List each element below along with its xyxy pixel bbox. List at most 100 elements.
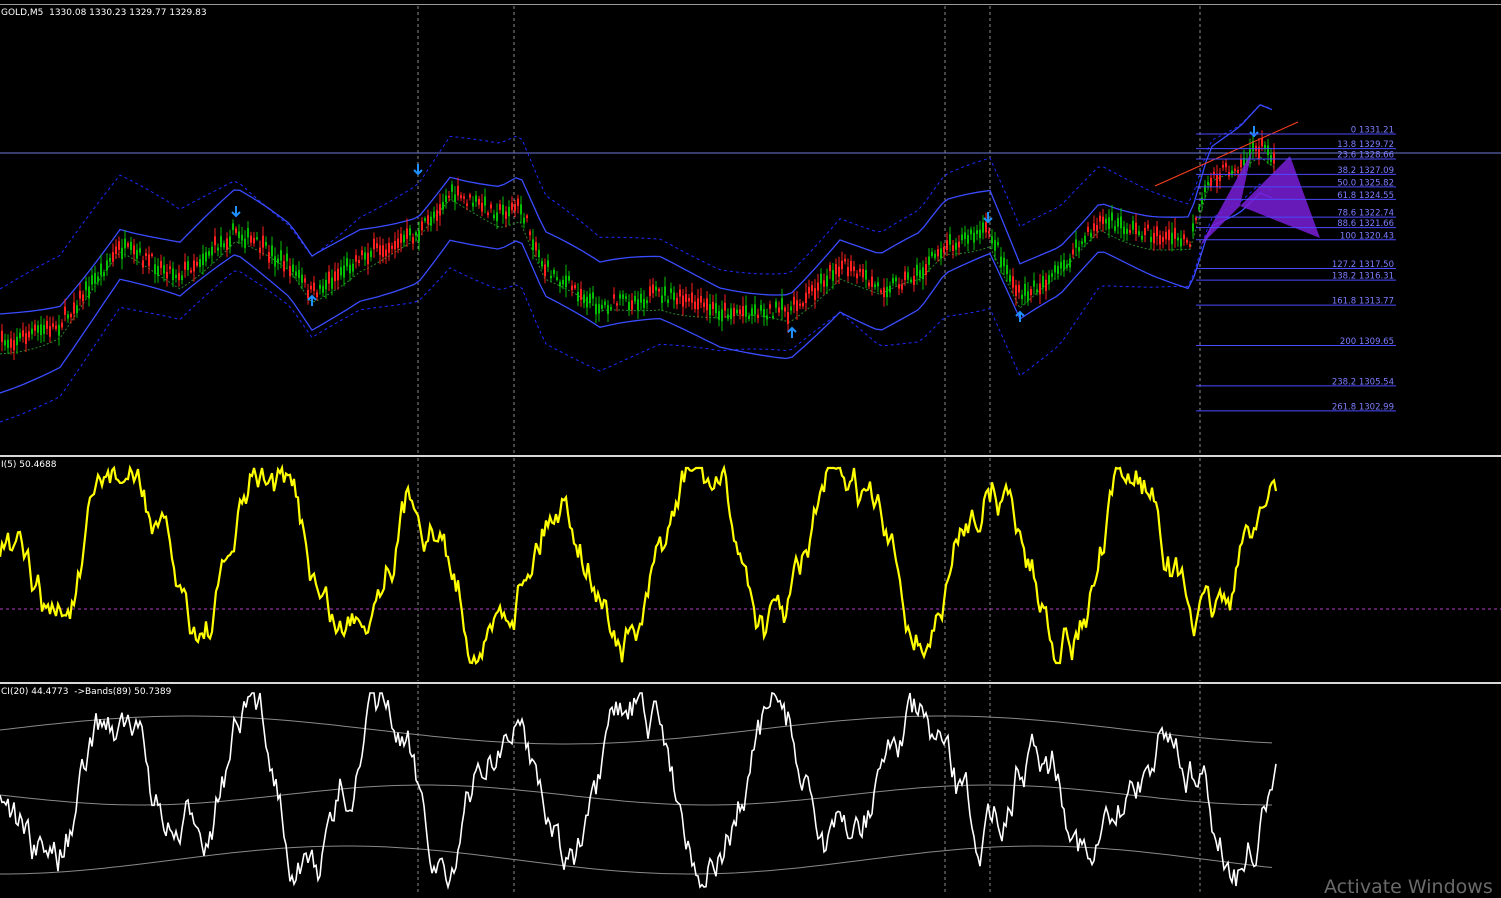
candle-body [1180,238,1182,247]
candle-body [964,232,966,240]
candle-body [1105,218,1107,224]
candle-body [73,302,75,314]
candle-body [928,256,930,265]
symbol-label: GOLD,M5 [1,8,44,18]
candle-body [649,286,651,296]
candle-body [658,288,660,292]
candle-body [688,298,690,302]
candle-body [298,269,300,279]
ohlc-values: 1330.08 1330.23 1329.77 1329.83 [49,8,207,18]
candle-body [562,279,564,285]
candle-body [628,301,630,311]
candle-body [598,304,600,314]
candle-body [169,266,171,270]
candle-body [940,248,942,259]
candle-body [589,293,591,304]
candle-body [178,272,180,281]
candle-body [454,194,456,202]
fib-level-label: 0 1331.21 [1351,126,1394,136]
candle-body [1099,215,1101,222]
candle-body [301,274,303,283]
candle-body [565,275,567,288]
candle-body [244,238,246,248]
cci-pane[interactable]: CI(20) 44.4773 ->Bands(89) 50.7389 [0,685,1501,892]
candle-body [1147,224,1149,229]
candle-body [958,241,960,248]
rsi-pane[interactable]: I(5) 50.4688 [0,458,1501,681]
candle-body [508,206,510,217]
candle-body [502,204,504,215]
candle-body [790,306,792,311]
candle-body [580,289,582,300]
candle-body [154,264,156,274]
candle-body [871,276,873,287]
candle-body [145,253,147,257]
cci-upper-band [0,715,1273,745]
candle-body [187,261,189,271]
candle-body [391,245,393,249]
candle-body [256,237,258,240]
candle-body [736,309,738,314]
candle-body [130,241,132,250]
candle-body [523,217,525,224]
candle-body [826,275,828,287]
candle-body [541,261,543,267]
candle-body [1273,152,1275,164]
candle-body [724,302,726,311]
candle-body [424,218,426,221]
candle-body [895,277,897,282]
price-chart-pane[interactable]: 0 1331.21 13.8 1329.72 23.6 1328.66 38.2 13… [0,6,1501,454]
rsi-canvas[interactable] [0,458,1501,681]
candle-body [532,239,534,251]
candle-body [1027,291,1029,301]
cci-canvas[interactable] [0,685,1501,892]
candle-body [295,271,297,276]
candle-body [466,203,468,206]
candle-body [1171,232,1173,245]
candle-body [1039,283,1041,295]
candle-body [1060,261,1062,269]
candle-body [922,267,924,280]
candle-body [217,247,219,251]
candle-body [1009,275,1011,282]
pane-separator[interactable] [0,455,1501,457]
candle-body [70,313,72,318]
candle-body [211,246,213,256]
candle-body [58,324,60,336]
candle-body [316,292,318,298]
candle-body [109,258,111,262]
candle-body [1195,217,1197,221]
candle-body [889,285,891,293]
candle-body [1108,217,1110,229]
candle-body [1069,258,1071,268]
candle-body [373,238,375,250]
candle-body [406,228,408,239]
candle-body [571,285,573,291]
pane-separator[interactable] [0,682,1501,684]
candle-body [1204,185,1206,193]
candle-body [904,271,906,281]
candle-body [214,236,216,246]
candle-body [880,290,882,293]
candle-body [856,273,858,279]
candle-body [418,230,420,242]
candle-body [1084,235,1086,243]
candle-body [514,204,516,212]
sell-arrow-icon [413,164,423,176]
candle-body [1090,232,1092,238]
candle-body [127,243,129,247]
candle-body [838,266,840,277]
candle-body [706,298,708,311]
candle-body [346,258,348,267]
candle-body [319,284,321,289]
candle-body [1033,280,1035,287]
candle-body [988,230,990,234]
candle-body [1102,216,1104,224]
price-chart-canvas[interactable]: 0 1331.21 13.8 1329.7223.6 1328.66 38.2 13… [0,6,1501,454]
candle-body [1156,226,1158,237]
candle-body [775,301,777,308]
candle-body [1042,276,1044,288]
candle-body [10,338,12,348]
candle-body [19,332,21,339]
candle-body [994,240,996,251]
